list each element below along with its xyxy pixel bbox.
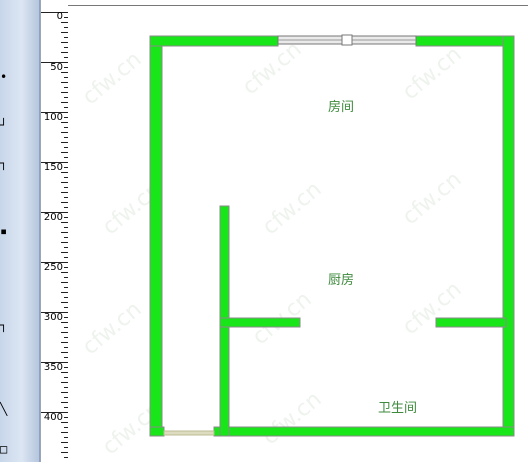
room-label-room: 房间 bbox=[328, 100, 355, 115]
ruler-label: 100 bbox=[43, 112, 63, 123]
vertical-ruler: 0 50 100 150 200 250 300 350 400 bbox=[40, 0, 69, 462]
ruler-label: 150 bbox=[43, 162, 63, 173]
ruler-label: 400 bbox=[43, 412, 63, 423]
room-label-bathroom: 卫生间 bbox=[378, 401, 418, 416]
dot-tool-icon[interactable]: • bbox=[0, 71, 10, 83]
ruler-label: 300 bbox=[43, 312, 63, 323]
wall-right[interactable] bbox=[502, 35, 515, 437]
room-label-kitchen: 厨房 bbox=[328, 273, 355, 288]
ruler-label: 200 bbox=[43, 212, 63, 223]
drawing-canvas[interactable]: cfw.cn cfw.cn cfw.cn cfw.cn cfw.cn cfw.c… bbox=[68, 6, 528, 462]
floorplan bbox=[149, 34, 515, 437]
wall-interior-right[interactable] bbox=[435, 317, 507, 328]
wall-interior-left[interactable] bbox=[219, 317, 301, 328]
wall-bottom-right[interactable] bbox=[213, 426, 515, 437]
ruler-label: 50 bbox=[50, 62, 63, 73]
point-tool-icon[interactable]: ▪ bbox=[0, 225, 10, 237]
wall-corner-tool-icon[interactable]: ┐ bbox=[0, 157, 10, 169]
window-divider bbox=[341, 34, 353, 46]
door-opening[interactable] bbox=[163, 430, 215, 436]
box-tool-icon[interactable]: □ bbox=[0, 443, 10, 455]
wall-top-right[interactable] bbox=[415, 35, 515, 47]
wall-top-left[interactable] bbox=[149, 35, 279, 47]
line-tool-icon[interactable]: ╲ bbox=[0, 403, 10, 415]
ruler-label: 350 bbox=[43, 362, 63, 373]
tool-panel: • ┘ ┐ ▪ ┐ ╲ □ bbox=[0, 0, 40, 462]
wall-left[interactable] bbox=[149, 35, 163, 437]
corner-tool-icon[interactable]: ┘ bbox=[0, 119, 10, 131]
ruler-label: 0 bbox=[56, 11, 63, 22]
angle-tool-icon[interactable]: ┐ bbox=[0, 319, 10, 331]
wall-bottom-left[interactable] bbox=[149, 426, 165, 437]
ruler-label: 250 bbox=[43, 262, 63, 273]
